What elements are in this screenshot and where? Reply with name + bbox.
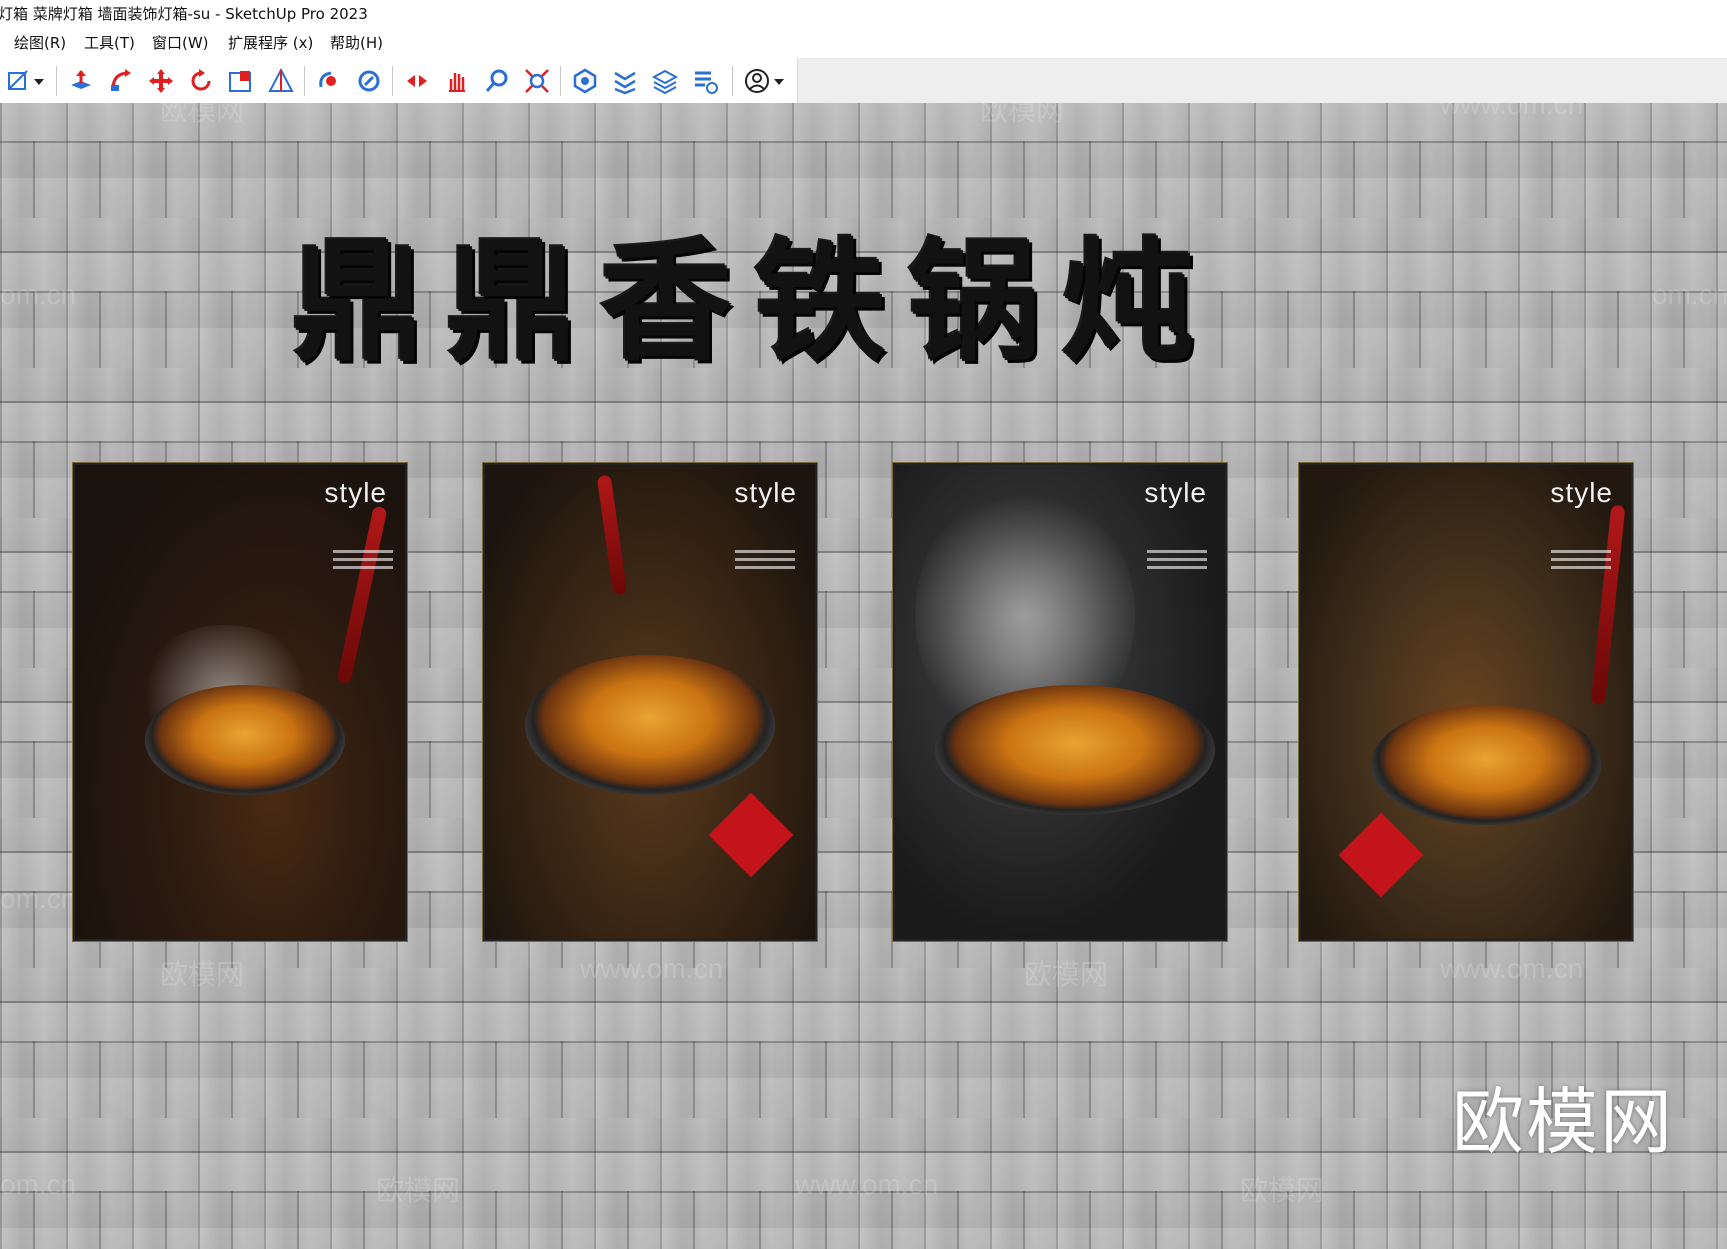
lightbox-poster-2[interactable]: style — [483, 463, 817, 941]
watermark-url: www.om.cn — [1440, 953, 1584, 984]
watermark-logo: 欧模网 — [980, 103, 1065, 126]
account-icon[interactable] — [742, 66, 772, 96]
layout-icon[interactable] — [650, 66, 680, 96]
menu-bar: 绘图(R) 工具(T) 窗口(W) 扩展程序 (x) 帮助(H) — [0, 28, 1727, 58]
watermark-logo: 欧模网 — [1240, 1175, 1325, 1206]
menu-window[interactable]: 窗口(W) — [150, 28, 211, 58]
toolbar-separator — [732, 66, 733, 96]
watermark-logo: 欧模网 — [160, 103, 245, 126]
style-builder-icon[interactable] — [690, 66, 720, 96]
poster-style-label: style — [324, 477, 387, 508]
stew-pot-image — [1371, 705, 1601, 825]
fu-character-decoration — [1338, 812, 1424, 898]
watermark-url: om.cn — [0, 1169, 77, 1200]
menu-extensions[interactable]: 扩展程序 (x) — [226, 28, 315, 58]
watermark-logo: 欧模网 — [376, 1175, 461, 1206]
zoom-extents-icon[interactable] — [522, 66, 552, 96]
dropdown-arrow-icon[interactable] — [32, 66, 46, 96]
move-icon[interactable] — [146, 66, 176, 96]
watermark-url: www.om.cn — [795, 1169, 939, 1200]
watermark-url: om.cn — [0, 279, 77, 310]
stew-pot-image — [525, 655, 775, 795]
wall-tile-row — [0, 141, 1727, 218]
shop-sign-headline[interactable]: 鼎鼎香铁锅炖 — [292, 233, 1392, 373]
stew-pot-image — [935, 685, 1215, 815]
watermark-url: www.om.cn — [1440, 103, 1584, 120]
watermark-logo: 欧模网 — [160, 959, 245, 990]
chili-decoration — [1590, 504, 1626, 706]
toolbar-empty-area — [798, 58, 1727, 103]
watermark-url: www.om.cn — [580, 953, 724, 984]
window-titlebar: 灯箱 菜牌灯箱 墙面装饰灯箱-su - SketchUp Pro 2023 — [0, 0, 1727, 28]
scale-icon[interactable] — [226, 66, 256, 96]
menu-help[interactable]: 帮助(H) — [328, 28, 385, 58]
pan-icon[interactable] — [354, 66, 384, 96]
warehouse-icon[interactable] — [570, 66, 600, 96]
chili-decoration — [336, 505, 388, 685]
poster-style-label: style — [1144, 477, 1207, 508]
toolbar-separator — [560, 66, 561, 96]
lightbox-poster-3[interactable]: style — [893, 463, 1227, 941]
lightbox-poster-1[interactable]: style — [73, 463, 407, 941]
section-plane-icon[interactable] — [266, 66, 296, 96]
poster-style-label: style — [1550, 477, 1613, 508]
poster-text-block — [1147, 545, 1207, 574]
brand-watermark-logo: 欧模网 — [1452, 1080, 1675, 1164]
menu-tools[interactable]: 工具(T) — [82, 28, 137, 58]
watermark-url: om.cn — [0, 883, 77, 914]
extension-warehouse-icon[interactable] — [610, 66, 640, 96]
toolbar-separator — [392, 66, 393, 96]
follow-me-icon[interactable] — [106, 66, 136, 96]
hand-icon[interactable] — [442, 66, 472, 96]
watermark-logo: 欧模网 — [1024, 959, 1109, 990]
stew-pot-image — [145, 685, 345, 795]
zoom-icon[interactable] — [482, 66, 512, 96]
menu-draw[interactable]: 绘图(R) — [12, 28, 68, 58]
poster-style-label: style — [734, 477, 797, 508]
toolbar — [0, 58, 1727, 103]
model-viewport[interactable]: 欧模网 欧模网 www.om.cn om.cn om.cn om.cn 欧模网 … — [0, 103, 1727, 1249]
rotate-icon[interactable] — [186, 66, 216, 96]
line-icon[interactable] — [4, 66, 34, 96]
walk-icon[interactable] — [402, 66, 432, 96]
toolbar-separator — [56, 66, 57, 96]
lightbox-poster-4[interactable]: style — [1299, 463, 1633, 941]
poster-text-block — [735, 545, 795, 574]
fu-character-decoration — [708, 792, 794, 878]
poster-text-block — [1551, 545, 1611, 574]
orbit-icon[interactable] — [314, 66, 344, 96]
toolbar-separator — [304, 66, 305, 96]
window-title: 灯箱 菜牌灯箱 墙面装饰灯箱-su - SketchUp Pro 2023 — [0, 5, 368, 23]
push-pull-icon[interactable] — [66, 66, 96, 96]
poster-text-block — [333, 545, 393, 574]
chili-decoration — [596, 474, 628, 596]
watermark-url: om.cn — [1652, 279, 1727, 310]
account-dropdown-icon[interactable] — [772, 66, 786, 96]
